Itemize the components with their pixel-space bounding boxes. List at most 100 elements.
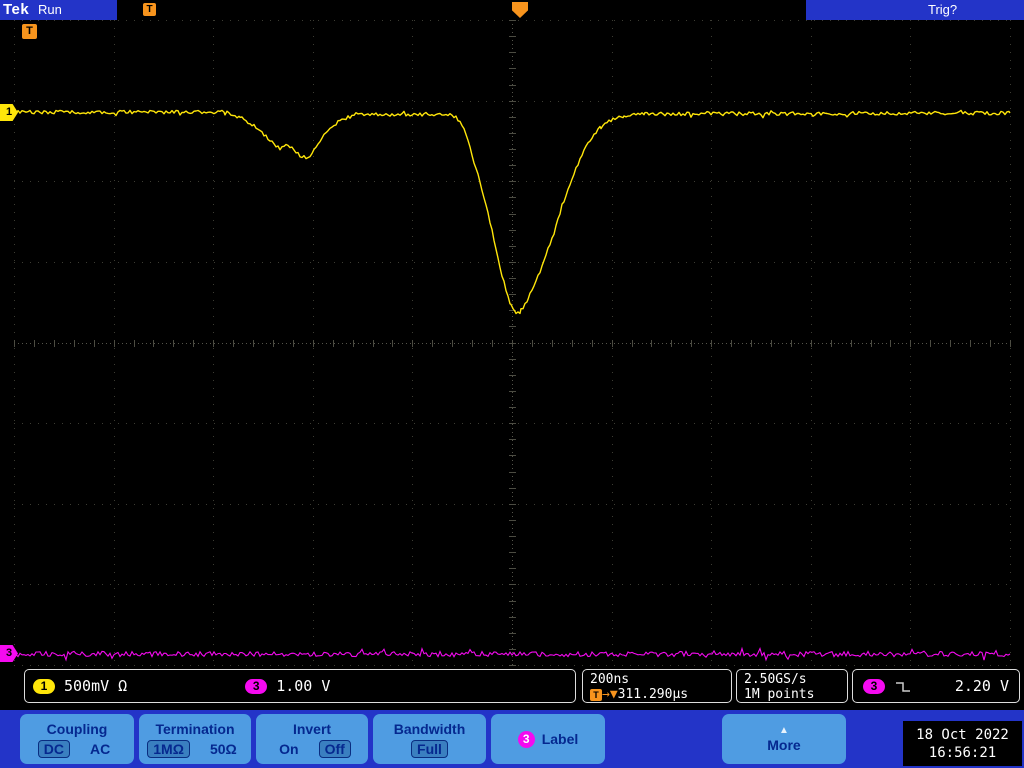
grid-tick (990, 339, 992, 347)
invert-on-option[interactable]: On (273, 740, 304, 758)
channel-scale-readout[interactable]: 1 500mV Ω 3 1.00 V (24, 669, 576, 703)
grid-tick (372, 339, 374, 347)
grid-tick (770, 339, 772, 347)
trigger-source-badge: T (22, 24, 37, 39)
termination-50ohm-option[interactable]: 50Ω (204, 740, 243, 758)
invert-off-option[interactable]: Off (318, 739, 351, 758)
grid-tick (509, 36, 516, 38)
grid-tick (509, 487, 516, 489)
grid-tick (509, 600, 516, 602)
coupling-label: Coupling (46, 720, 108, 737)
grid-tick (509, 165, 516, 167)
coupling-ac-option[interactable]: AC (84, 740, 116, 758)
grid-tick (452, 339, 454, 347)
bandwidth-button[interactable]: Bandwidth Full (373, 714, 486, 764)
grid-tick (272, 339, 274, 347)
grid-tick (551, 339, 553, 347)
grid-tick (509, 261, 516, 263)
grid-tick (213, 339, 215, 347)
label-button[interactable]: 3 Label (491, 714, 605, 764)
bandwidth-label: Bandwidth (393, 720, 466, 737)
grid-tick (631, 339, 633, 347)
grid-tick (332, 339, 334, 347)
grid-tick (571, 339, 573, 347)
channel3-position-marker[interactable]: 3 (0, 645, 18, 662)
grid-tick (509, 181, 516, 183)
trigger-t-icon: T (143, 3, 156, 16)
grid-tick (790, 339, 792, 347)
grid-tick (509, 552, 516, 554)
termination-label: Termination (155, 720, 235, 737)
grid-tick (73, 339, 75, 347)
coupling-dc-option[interactable]: DC (37, 739, 70, 758)
grid-tick (751, 339, 753, 347)
grid-tick (509, 310, 516, 312)
channel1-badge: 1 (33, 678, 55, 694)
grid-tick (970, 339, 972, 347)
acquisition-readout[interactable]: 2.50GS/s 1M points (736, 669, 848, 703)
grid-tick (691, 339, 693, 347)
bandwidth-full-option[interactable]: Full (411, 739, 448, 758)
grid-tick (509, 536, 516, 537)
channel3-badge: 3 (517, 730, 535, 748)
arrow-right-icon: → (602, 687, 610, 702)
grid-tick (509, 116, 516, 118)
trigger-readout[interactable]: 3 2.20 V (852, 669, 1020, 703)
channel1-position-marker[interactable]: 1 (0, 104, 18, 121)
grid-tick (531, 339, 533, 347)
grid-tick (472, 339, 474, 347)
record-length: 1M points (744, 687, 815, 702)
termination-button[interactable]: Termination 1MΩ 50Ω (139, 714, 251, 764)
trigger-level-value: 2.20 V (954, 677, 1009, 695)
arrow-down-icon: ▼ (609, 687, 618, 702)
trigger-channel-badge: 3 (863, 678, 885, 694)
grid-tick (509, 197, 516, 199)
channel3-badge: 3 (245, 678, 268, 694)
oscilloscope-screen: Tek Run T Trig? T 1 3 1 500mV Ω 3 1.00 V… (0, 0, 1024, 768)
grid-tick (731, 339, 733, 347)
trigger-position-readout: T →▼311.290µs (590, 687, 724, 702)
more-button[interactable]: ▲ More (722, 714, 846, 764)
grid-tick (671, 339, 673, 347)
grid-tick (591, 339, 593, 347)
label-button-text: Label (541, 731, 579, 747)
grid-tick (509, 358, 516, 360)
grid-tick (113, 339, 115, 347)
grid-tick (830, 339, 832, 347)
grid-tick (870, 339, 872, 347)
trigger-position-value: 311.290µs (617, 687, 689, 702)
grid-tick (509, 68, 516, 70)
grid-tick (352, 339, 354, 347)
grid-tick (153, 339, 155, 347)
grid-tick (509, 584, 516, 586)
grid-tick (509, 278, 516, 279)
grid-tick (509, 439, 516, 441)
grid-tick (432, 339, 434, 347)
grid-tick (930, 339, 932, 347)
grid-tick (810, 339, 812, 347)
trigger-status: Trig? (928, 2, 958, 17)
grid-tick (509, 455, 516, 457)
grid-tick (509, 632, 516, 634)
grid-tick (509, 616, 516, 618)
grid-tick (509, 100, 516, 102)
top-bar-black-strip (117, 0, 806, 20)
grid-tick (509, 390, 516, 392)
invert-button[interactable]: Invert On Off (256, 714, 368, 764)
grid-tick (509, 423, 516, 425)
termination-1mohm-option[interactable]: 1MΩ (147, 739, 190, 758)
grid-tick (509, 374, 516, 376)
channel1-scale: 500mV Ω (64, 677, 128, 695)
grid-tick (412, 339, 414, 347)
timebase-readout[interactable]: 200ns T →▼311.290µs (582, 669, 732, 703)
time-text: 16:56:21 (928, 744, 997, 761)
grid-tick (253, 339, 255, 347)
tek-logo: Tek (3, 1, 30, 18)
coupling-button[interactable]: Coupling DC AC (20, 714, 134, 764)
grid-tick (1010, 339, 1011, 347)
grid-tick (651, 339, 653, 347)
date-text: 18 Oct 2022 (916, 726, 1009, 743)
grid-tick (14, 339, 15, 347)
grid-tick (509, 665, 516, 666)
grid-tick (509, 132, 516, 134)
